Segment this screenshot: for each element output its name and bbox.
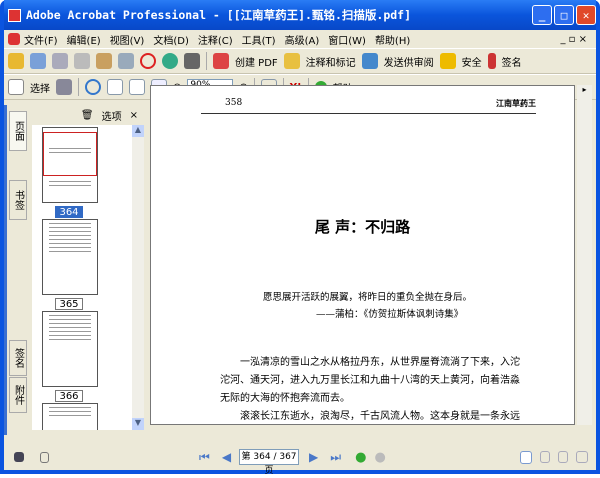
fit-page-icon[interactable] xyxy=(129,79,145,95)
previous-page-button[interactable]: ◀ xyxy=(222,450,231,464)
page-number-field[interactable]: 第 364 / 367 页 xyxy=(239,449,300,476)
app-window: Adobe Acrobat Professional - [[江南草药王].甄铭… xyxy=(0,0,600,476)
tab-pages[interactable]: 页面 xyxy=(9,111,27,151)
window-title: Adobe Acrobat Professional - [[江南草药王].甄铭… xyxy=(26,8,412,22)
page-properties-icon[interactable] xyxy=(40,451,49,463)
menu-document[interactable]: 文档(D) xyxy=(153,32,189,47)
hand-tool-icon[interactable] xyxy=(8,79,24,95)
epigraph-source: ——蒲柏：《仿贺拉斯体讽刺诗集》 xyxy=(316,309,464,320)
document-icon xyxy=(8,33,20,45)
review-icon xyxy=(361,53,378,69)
page-number: 358 xyxy=(225,98,243,108)
document-page: 358 江南草药王 尾 声：不归路 愿思展开活跃的展翼，将昨日的重负全抛在身后。… xyxy=(150,85,575,425)
close-button[interactable]: ✕ xyxy=(576,5,596,25)
page-thumbnail[interactable] xyxy=(42,127,98,203)
page-thumbnail[interactable] xyxy=(42,219,98,295)
pen-icon xyxy=(487,53,496,69)
organizer-icon[interactable] xyxy=(30,53,46,69)
attach-icon[interactable] xyxy=(118,53,134,69)
thumbnail-scrollbar[interactable]: ▲ ▼ xyxy=(132,125,144,430)
tab-bookmarks[interactable]: 书签 xyxy=(9,180,27,220)
first-page-button[interactable]: ⏮ xyxy=(199,450,210,465)
status-bar: ⏮ ◀ 第 364 / 367 页 ▶ ⏭ ● ● xyxy=(4,444,596,476)
create-pdf-icon xyxy=(213,53,229,69)
comment-markup-button[interactable]: 注释和标记 xyxy=(306,54,356,69)
maximize-button[interactable]: □ xyxy=(554,5,574,25)
chapter-title: 尾 声：不归路 xyxy=(314,218,411,236)
page-label: 365 xyxy=(55,298,83,310)
last-page-button[interactable]: ⏭ xyxy=(330,450,341,465)
save-icon[interactable] xyxy=(52,53,68,69)
open-icon[interactable] xyxy=(8,53,24,69)
tab-attachments[interactable]: 附件 xyxy=(9,377,27,413)
menu-tools[interactable]: 工具(T) xyxy=(242,32,276,47)
lock-icon xyxy=(439,53,456,69)
menu-advanced[interactable]: 高级(A) xyxy=(285,32,320,47)
facing-icon[interactable] xyxy=(558,451,568,463)
options-menu[interactable]: 选项 xyxy=(102,108,122,123)
running-head: 江南草药王 xyxy=(496,98,536,108)
main-toolbar: 创建 PDF 注释和标记 发送供审阅 安全 签名 xyxy=(4,48,596,74)
go-back-button[interactable]: ● xyxy=(355,450,366,465)
single-page-icon[interactable] xyxy=(520,450,532,464)
tasks-icon[interactable] xyxy=(96,53,112,69)
snapshot-icon[interactable] xyxy=(56,79,72,95)
create-pdf-button[interactable]: 创建 PDF xyxy=(235,54,278,69)
menu-window[interactable]: 窗口(W) xyxy=(328,32,366,47)
search-icon[interactable] xyxy=(184,53,200,69)
nav-pane-toggle-icon[interactable] xyxy=(14,452,24,462)
document-scrollbar[interactable]: ▸ xyxy=(577,85,592,425)
acrobat-icon xyxy=(8,8,21,22)
close-panel-button[interactable]: × xyxy=(130,110,138,121)
page-label: 366 xyxy=(55,390,83,402)
menu-help[interactable]: 帮助(H) xyxy=(375,32,410,47)
print-icon[interactable] xyxy=(74,53,90,69)
page-thumbnail[interactable] xyxy=(42,311,98,387)
paragraph: 滚滚长江东逝水，浪淘尽，千古风流人物。这本身就是一条永远没有归程的生命之旅。其实… xyxy=(240,411,520,422)
zoom-icon[interactable] xyxy=(85,79,101,95)
minimize-button[interactable]: _ xyxy=(532,5,552,25)
doc-minimize-button[interactable]: _ ▫ × xyxy=(560,34,587,45)
actual-size-icon[interactable] xyxy=(107,79,123,95)
send-review-button[interactable]: 发送供审阅 xyxy=(384,54,434,69)
menu-bar: 文件(F) 编辑(E) 视图(V) 文档(D) 注释(C) 工具(T) 高级(A… xyxy=(4,30,596,48)
menu-file[interactable]: 文件(F) xyxy=(24,32,58,47)
menu-edit[interactable]: 编辑(E) xyxy=(67,32,101,47)
secure-button[interactable]: 安全 xyxy=(462,54,482,69)
sign-button[interactable]: 签名 xyxy=(502,54,522,69)
page-thumbnail[interactable] xyxy=(42,403,98,430)
trash-icon[interactable]: 🗑 xyxy=(81,110,94,121)
paragraph: 一泓清凉的雪山之水从格拉丹东，从世界屋脊流淌了下来，入沱沱河、通天河，进入九万里… xyxy=(220,357,520,404)
comment-icon xyxy=(283,53,300,69)
go-forward-button[interactable]: ● xyxy=(374,450,385,465)
tab-signatures[interactable]: 签名 xyxy=(9,340,27,376)
next-page-button[interactable]: ▶ xyxy=(309,450,318,464)
title-bar: Adobe Acrobat Professional - [[江南草药王].甄铭… xyxy=(4,0,596,30)
epigraph: 愿思展开活跃的展翼，将昨日的重负全抛在身后。 xyxy=(263,292,473,303)
select-tool-button[interactable]: 选择 xyxy=(30,80,50,95)
navigation-pane: 页面 书签 签名 附件 🗑 选项 × 364 365 366 ▲ ▼ xyxy=(4,105,144,435)
continuous-facing-icon[interactable] xyxy=(576,451,588,463)
page-thumbnails: 364 365 366 xyxy=(32,125,132,430)
web-icon[interactable] xyxy=(162,53,178,69)
stamp-icon[interactable] xyxy=(140,53,156,69)
menu-comments[interactable]: 注释(C) xyxy=(198,32,233,47)
page-label: 364 xyxy=(55,206,83,218)
continuous-icon[interactable] xyxy=(540,451,550,463)
menu-view[interactable]: 视图(V) xyxy=(110,32,145,47)
